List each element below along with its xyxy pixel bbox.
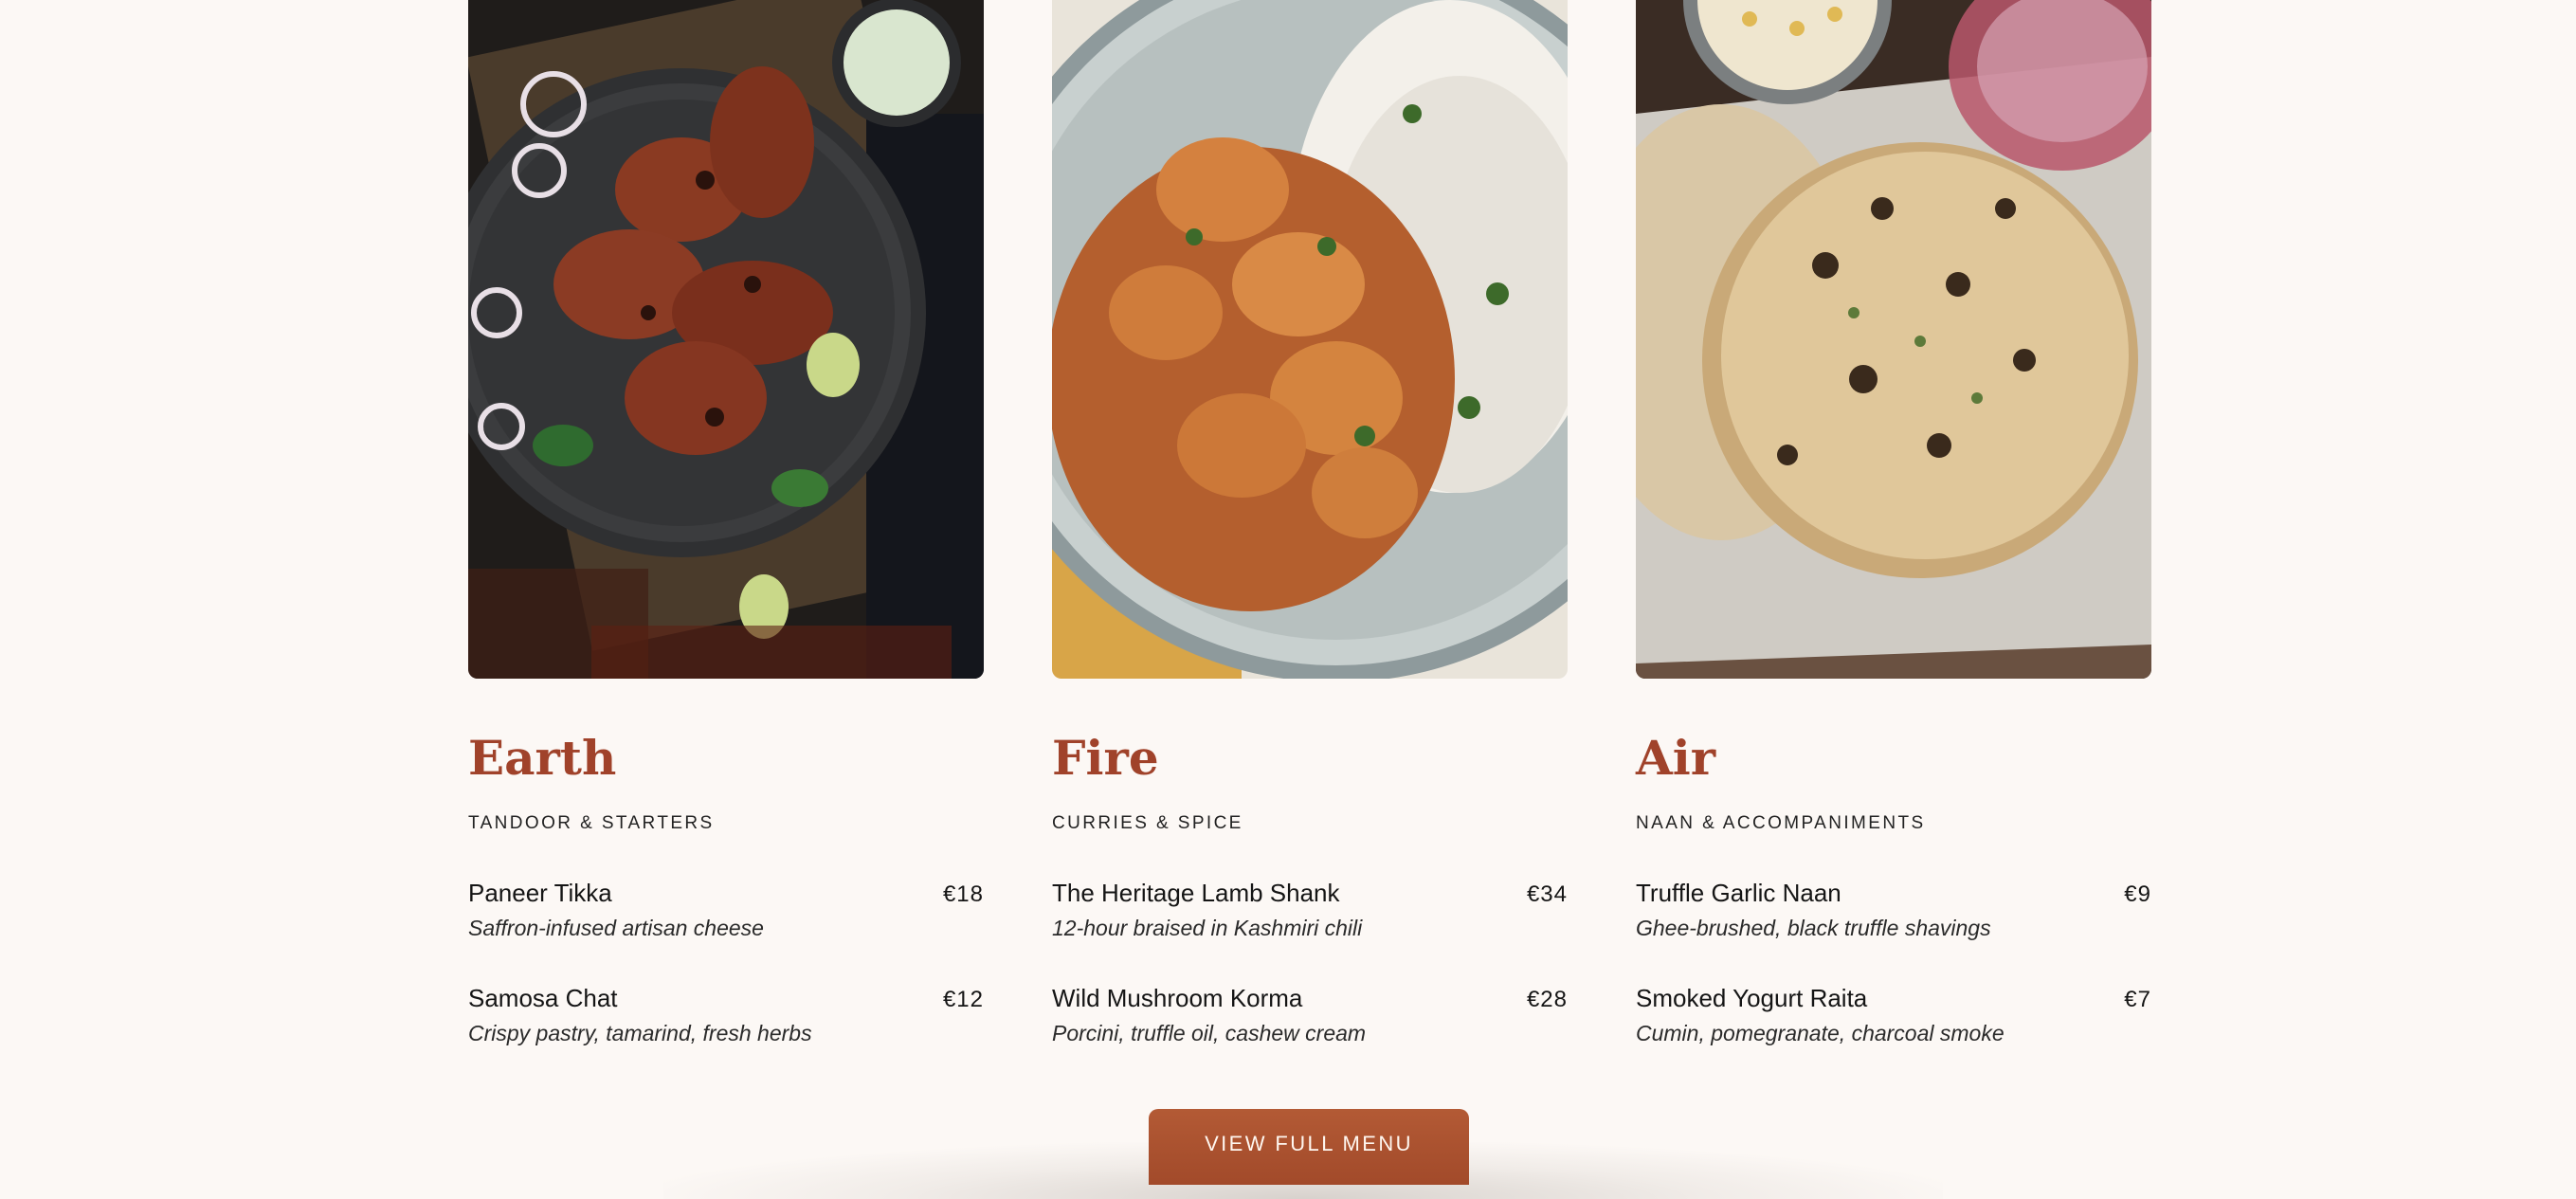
item-description: Ghee-brushed, black truffle shavings	[1636, 916, 1991, 940]
curry-and-rice-photo	[1052, 0, 1568, 679]
item-price: €34	[1526, 881, 1568, 907]
category-card-earth: Earth TANDOOR & STARTERS Paneer Tikka €1…	[468, 0, 984, 1047]
menu-item: Samosa Chat €12 Crispy pastry, tamarind,…	[468, 981, 984, 1047]
category-subtitle: NAAN & ACCOMPANIMENTS	[1636, 813, 1926, 833]
item-name: Smoked Yogurt Raita	[1636, 984, 1868, 1012]
item-name: Samosa Chat	[468, 984, 618, 1012]
category-title: Fire	[1052, 730, 1159, 786]
category-card-fire: Fire CURRIES & SPICE The Heritage Lamb S…	[1052, 0, 1568, 1047]
menu-item: Smoked Yogurt Raita €7 Cumin, pomegranat…	[1636, 981, 2151, 1047]
item-name: Paneer Tikka	[468, 879, 612, 907]
view-full-menu-button[interactable]: VIEW FULL MENU	[1149, 1109, 1469, 1185]
menu-item: Wild Mushroom Korma €28 Porcini, truffle…	[1052, 981, 1568, 1047]
item-price: €7	[2124, 987, 2151, 1012]
category-card-air: Air NAAN & ACCOMPANIMENTS Truffle Garlic…	[1636, 0, 2151, 1047]
menu-item: Truffle Garlic Naan €9 Ghee-brushed, bla…	[1636, 876, 2151, 942]
menu-categories: Earth TANDOOR & STARTERS Paneer Tikka €1…	[468, 0, 2151, 1047]
item-description: 12-hour braised in Kashmiri chili	[1052, 916, 1363, 940]
menu-item: Paneer Tikka €18 Saffron-infused artisan…	[468, 876, 984, 942]
item-name: Truffle Garlic Naan	[1636, 879, 1841, 907]
item-description: Porcini, truffle oil, cashew cream	[1052, 1021, 1367, 1045]
item-price: €9	[2124, 881, 2151, 907]
category-subtitle: TANDOOR & STARTERS	[468, 813, 715, 833]
item-price: €28	[1526, 987, 1568, 1012]
tandoori-chicken-photo	[468, 0, 984, 679]
garlic-naan-photo	[1636, 0, 2151, 679]
category-subtitle: CURRIES & SPICE	[1052, 813, 1243, 833]
item-name: Wild Mushroom Korma	[1052, 984, 1303, 1012]
item-price: €12	[942, 987, 984, 1012]
item-description: Cumin, pomegranate, charcoal smoke	[1636, 1021, 2005, 1045]
item-description: Saffron-infused artisan cheese	[468, 916, 764, 940]
item-description: Crispy pastry, tamarind, fresh herbs	[468, 1021, 812, 1045]
item-name: The Heritage Lamb Shank	[1052, 879, 1340, 907]
category-title: Air	[1636, 730, 1716, 786]
category-title: Earth	[468, 730, 617, 786]
menu-item: The Heritage Lamb Shank €34 12-hour brai…	[1052, 876, 1568, 942]
item-price: €18	[942, 881, 984, 907]
